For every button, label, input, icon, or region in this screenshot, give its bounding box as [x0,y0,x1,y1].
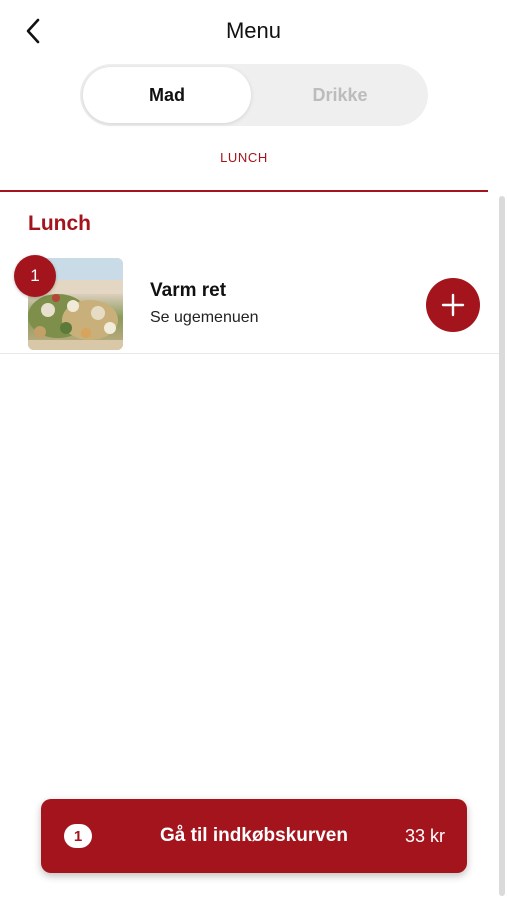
cart-label: Gå til indkøbskurven [160,825,348,846]
segment-drikke[interactable]: Drikke [256,67,424,123]
segment-mad[interactable]: Mad [83,67,251,123]
go-to-cart-button[interactable]: 1 Gå til indkøbskurven 33 kr [41,799,467,873]
cart-total: 33 kr [404,826,445,846]
item-description: Se ugemenuen [150,309,259,326]
item-name: Varm ret [150,280,227,301]
tab-underline [0,190,488,192]
quantity-badge: 1 [14,255,56,297]
tab-lunch[interactable]: LUNCH [0,150,488,165]
menu-screen: Menu Mad Drikke LUNCH Lunch 1 Varm ret S… [0,0,507,900]
list-item[interactable]: 1 Varm ret Se ugemenuen [0,250,499,354]
segmented-control: Mad Drikke [80,64,428,126]
header: Menu [0,0,507,60]
section-title: Lunch [28,212,91,235]
scrollbar[interactable] [499,196,505,896]
plus-icon [441,293,465,317]
add-item-button[interactable] [426,278,480,332]
page-title: Menu [225,18,282,43]
